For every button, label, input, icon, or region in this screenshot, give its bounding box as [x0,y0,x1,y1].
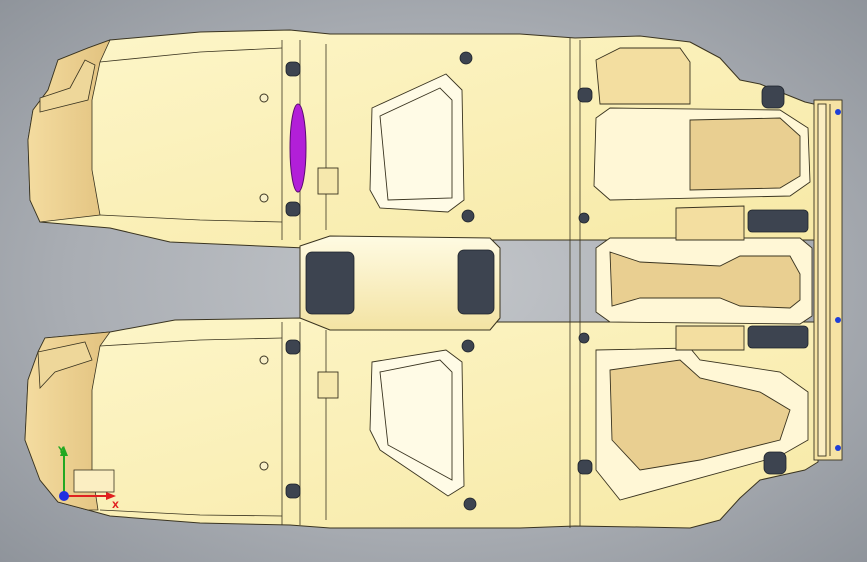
vehicle-floor-pan-model[interactable] [0,0,867,562]
reference-triad: Y X [57,446,119,511]
cad-graphics-area[interactable]: Y X [0,0,867,562]
x-axis-label: X [112,501,119,511]
rear-cross-member [813,99,843,461]
y-axis-label: Y [57,446,65,456]
rear-seat-supports [593,47,813,501]
highlighted-slot[interactable] [289,103,307,193]
